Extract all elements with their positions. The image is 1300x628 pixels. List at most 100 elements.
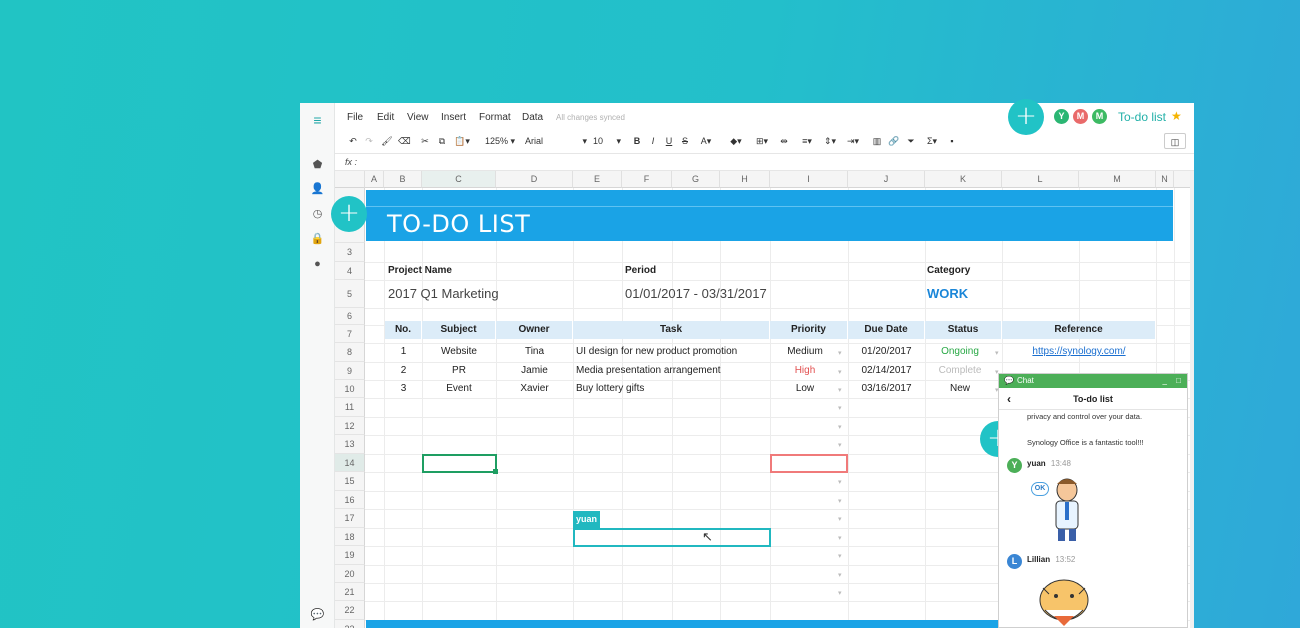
valign-icon[interactable]: ⇕▾ <box>820 133 840 149</box>
row-header[interactable]: 19 <box>335 546 365 565</box>
column-header[interactable]: H <box>720 171 770 188</box>
priority-dropdown-icon[interactable]: ▾ <box>838 497 842 505</box>
priority-dropdown-icon[interactable]: ▾ <box>838 441 842 449</box>
priority-dropdown-icon[interactable]: ▾ <box>838 589 842 597</box>
priority-dropdown-icon[interactable]: ▾ <box>838 404 842 412</box>
row-header[interactable]: 7 <box>335 325 365 343</box>
column-header[interactable]: B <box>384 171 422 188</box>
project-name-value[interactable]: 2017 Q1 Marketing <box>388 285 499 303</box>
lock-icon[interactable]: 🔒 <box>310 232 325 247</box>
task-description[interactable]: Media presentation arrangement <box>576 362 721 380</box>
add-user-icon[interactable]: 👤 <box>310 182 325 197</box>
menu-insert[interactable]: Insert <box>441 112 466 123</box>
column-header[interactable]: C <box>422 171 496 188</box>
row-header[interactable]: 9 <box>335 362 365 380</box>
menu-data[interactable]: Data <box>522 112 543 123</box>
row-header[interactable]: 21 <box>335 583 365 601</box>
bold-icon[interactable]: B <box>631 133 643 149</box>
priority-dropdown-icon[interactable]: ▾ <box>838 515 842 523</box>
row-header[interactable]: 4 <box>335 262 365 280</box>
paste-icon[interactable]: 📋▾ <box>453 133 471 149</box>
task-due-date[interactable]: 02/14/2017 <box>848 362 925 380</box>
star-icon[interactable]: ★ <box>1171 109 1182 123</box>
row-header[interactable]: 11 <box>335 398 365 417</box>
hamburger-menu-icon[interactable]: ≡ <box>310 113 325 128</box>
column-header[interactable]: K <box>925 171 1002 188</box>
text-color-icon[interactable]: A▾ <box>696 133 716 149</box>
task-due-date[interactable]: 03/16/2017 <box>848 380 925 398</box>
row-header[interactable]: 12 <box>335 417 365 435</box>
zoom-select[interactable]: 125% ▾ <box>481 133 519 149</box>
row-header[interactable]: 5 <box>335 280 365 308</box>
document-title[interactable]: To-do list <box>1118 110 1166 124</box>
undo-icon[interactable]: ↶ <box>347 133 359 149</box>
cut-icon[interactable]: ✂ <box>419 133 431 149</box>
column-header[interactable]: A <box>365 171 384 188</box>
task-status[interactable]: New <box>925 380 995 398</box>
task-due-date[interactable]: 01/20/2017 <box>848 343 925 361</box>
back-arrow-icon[interactable]: ‹ <box>1007 388 1011 410</box>
column-header[interactable]: M <box>1079 171 1156 188</box>
task-subject[interactable]: PR <box>422 362 496 380</box>
row-header[interactable]: 6 <box>335 308 365 325</box>
column-header[interactable]: E <box>573 171 622 188</box>
task-owner[interactable]: Tina <box>496 343 573 361</box>
row-header[interactable]: 10 <box>335 380 365 398</box>
task-owner[interactable]: Xavier <box>496 380 573 398</box>
priority-dropdown-icon[interactable]: ▾ <box>838 349 842 357</box>
priority-dropdown-icon[interactable]: ▾ <box>838 386 842 394</box>
task-description[interactable]: Buy lottery gifts <box>576 380 644 398</box>
period-value[interactable]: 01/01/2017 - 03/31/2017 <box>625 285 767 303</box>
column-header[interactable]: L <box>1002 171 1079 188</box>
task-subject[interactable]: Website <box>422 343 496 361</box>
task-subject[interactable]: Event <box>422 380 496 398</box>
info-icon[interactable]: ● <box>310 257 325 272</box>
task-priority[interactable]: High <box>770 362 840 380</box>
fill-handle[interactable] <box>493 469 498 474</box>
underline-icon[interactable]: U <box>663 133 675 149</box>
function-icon[interactable]: Σ▾ <box>922 133 942 149</box>
column-header[interactable]: F <box>622 171 672 188</box>
strikethrough-icon[interactable]: S <box>679 133 691 149</box>
task-owner[interactable]: Jamie <box>496 362 573 380</box>
row-header[interactable]: 8 <box>335 343 365 362</box>
clear-format-icon[interactable]: ⌫ <box>398 133 411 149</box>
copy-icon[interactable]: ⧉ <box>436 133 448 149</box>
row-header[interactable]: 22 <box>335 601 365 620</box>
font-select[interactable]: Arial ▾ <box>525 133 589 149</box>
task-priority[interactable]: Low <box>770 380 840 398</box>
link-icon[interactable]: 🔗 <box>887 133 901 149</box>
row-header[interactable]: 13 <box>335 435 365 454</box>
row-header[interactable]: 17 <box>335 509 365 528</box>
task-no[interactable]: 2 <box>385 362 422 380</box>
redo-icon[interactable]: ↷ <box>363 133 375 149</box>
borders-icon[interactable]: ⊞▾ <box>751 133 773 149</box>
priority-dropdown-icon[interactable]: ▾ <box>838 534 842 542</box>
row-header[interactable]: 20 <box>335 565 365 583</box>
priority-dropdown-icon[interactable]: ▾ <box>838 368 842 376</box>
column-header[interactable]: G <box>672 171 720 188</box>
priority-dropdown-icon[interactable]: ▾ <box>838 423 842 431</box>
task-priority[interactable]: Medium <box>770 343 840 361</box>
category-value[interactable]: WORK <box>927 285 968 303</box>
menu-view[interactable]: View <box>407 112 429 123</box>
halign-icon[interactable]: ≡▾ <box>797 133 817 149</box>
paint-format-icon[interactable]: 🖌 <box>381 133 393 149</box>
chat-icon[interactable]: 💬 <box>310 608 325 623</box>
task-no[interactable]: 1 <box>385 343 422 361</box>
column-header[interactable]: I <box>770 171 848 188</box>
menu-edit[interactable]: Edit <box>377 112 394 123</box>
filter-icon[interactable]: ⏷ <box>904 133 918 149</box>
column-header[interactable]: D <box>496 171 573 188</box>
side-panel-toggle-icon[interactable]: ◫ <box>1164 133 1186 149</box>
italic-icon[interactable]: I <box>647 133 659 149</box>
selected-cell-c14[interactable] <box>422 454 497 473</box>
menu-format[interactable]: Format <box>479 112 511 123</box>
history-icon[interactable]: ◷ <box>310 207 325 222</box>
merge-cells-icon[interactable]: ⇹ <box>777 133 791 149</box>
vertical-scrollbar[interactable] <box>1190 171 1194 628</box>
select-all-corner[interactable] <box>335 171 365 188</box>
task-status[interactable]: Ongoing <box>925 343 995 361</box>
task-description[interactable]: UI design for new product promotion <box>576 343 737 361</box>
priority-dropdown-icon[interactable]: ▾ <box>838 478 842 486</box>
